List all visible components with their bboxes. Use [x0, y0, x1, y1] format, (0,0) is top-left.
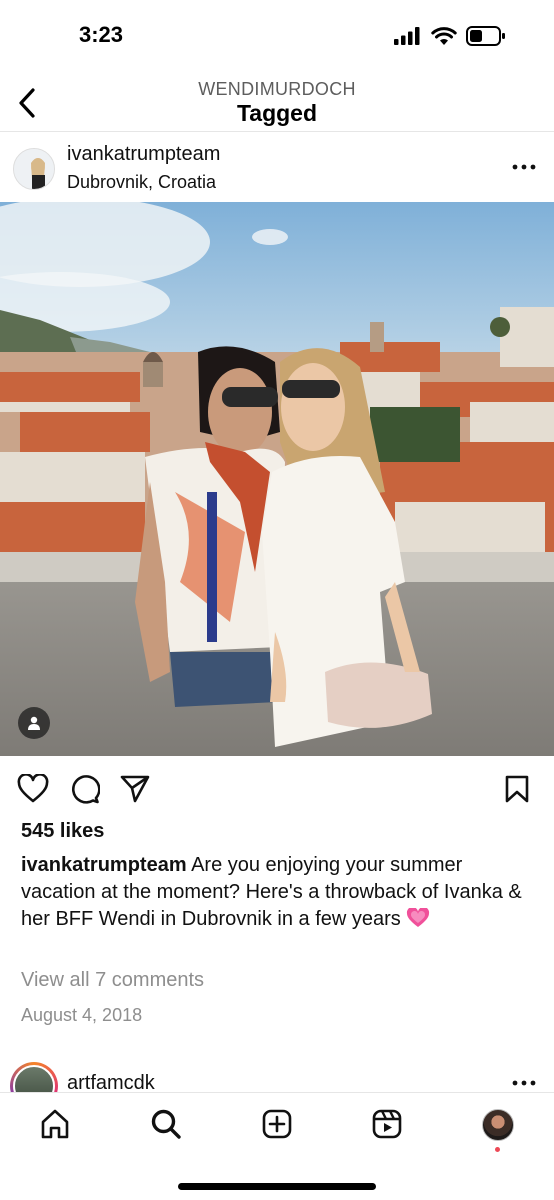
post-header: ivankatrumpteam Dubrovnik, Croatia — [0, 133, 554, 203]
search-icon — [151, 1109, 181, 1139]
next-avatar-image — [13, 1065, 55, 1092]
cellular-signal-icon — [394, 27, 420, 45]
heart-icon — [17, 774, 49, 803]
view-comments-link[interactable]: View all 7 comments — [21, 969, 204, 992]
next-post-avatar[interactable] — [10, 1062, 58, 1092]
like-count[interactable]: 545 likes — [21, 820, 104, 843]
status-bar: 3:23 — [0, 0, 554, 74]
wifi-icon — [431, 26, 457, 45]
comment-button[interactable] — [68, 772, 102, 806]
reels-icon — [372, 1109, 402, 1139]
header-subtitle: WENDIMURDOCH — [198, 79, 356, 99]
bookmark-icon — [505, 775, 529, 803]
home-indicator — [178, 1183, 376, 1190]
next-post-username[interactable]: artfamcdk — [67, 1072, 155, 1092]
avatar-image — [14, 149, 54, 189]
status-icons — [394, 26, 506, 46]
ellipsis-icon — [512, 164, 536, 170]
post-options-button[interactable] — [510, 157, 538, 177]
page-title: Tagged — [236, 100, 318, 126]
post-location[interactable]: Dubrovnik, Croatia — [67, 172, 216, 193]
next-post-header: artfamcdk — [0, 1058, 554, 1092]
post-actions — [0, 766, 554, 812]
tab-profile-avatar[interactable] — [482, 1109, 514, 1141]
post-avatar[interactable] — [13, 148, 55, 190]
share-button[interactable] — [118, 772, 152, 806]
tab-search[interactable] — [149, 1107, 183, 1141]
battery-icon — [466, 26, 505, 46]
caption-username[interactable]: ivankatrumpteam — [21, 854, 187, 876]
post-photo[interactable] — [0, 202, 554, 756]
bottom-tab-bar — [0, 1092, 554, 1162]
post-username[interactable]: ivankatrumpteam — [67, 143, 220, 166]
notification-dot — [495, 1147, 500, 1152]
like-button[interactable] — [16, 772, 50, 806]
post-caption: ivankatrumpteam Are you enjoying your su… — [21, 852, 541, 933]
post-date: August 4, 2018 — [21, 1005, 143, 1025]
tab-new-post[interactable] — [260, 1107, 294, 1141]
share-icon — [120, 775, 150, 803]
tab-reels[interactable] — [370, 1107, 404, 1141]
new-post-icon — [262, 1109, 292, 1139]
comment-icon — [71, 775, 100, 804]
heart-emoji-icon — [406, 906, 430, 928]
post-photo-image — [0, 202, 554, 756]
tab-home[interactable] — [38, 1107, 72, 1141]
person-tag-icon — [28, 716, 40, 730]
nav-header: WENDIMURDOCH Tagged — [0, 74, 554, 132]
status-time: 3:23 — [79, 22, 124, 47]
next-post-options-button[interactable] — [510, 1078, 538, 1088]
tagged-people-button[interactable] — [18, 707, 50, 739]
ellipsis-icon — [512, 1080, 536, 1086]
home-icon — [41, 1109, 69, 1139]
save-button[interactable] — [500, 772, 534, 806]
header-titles: WENDIMURDOCH Tagged — [0, 78, 554, 126]
